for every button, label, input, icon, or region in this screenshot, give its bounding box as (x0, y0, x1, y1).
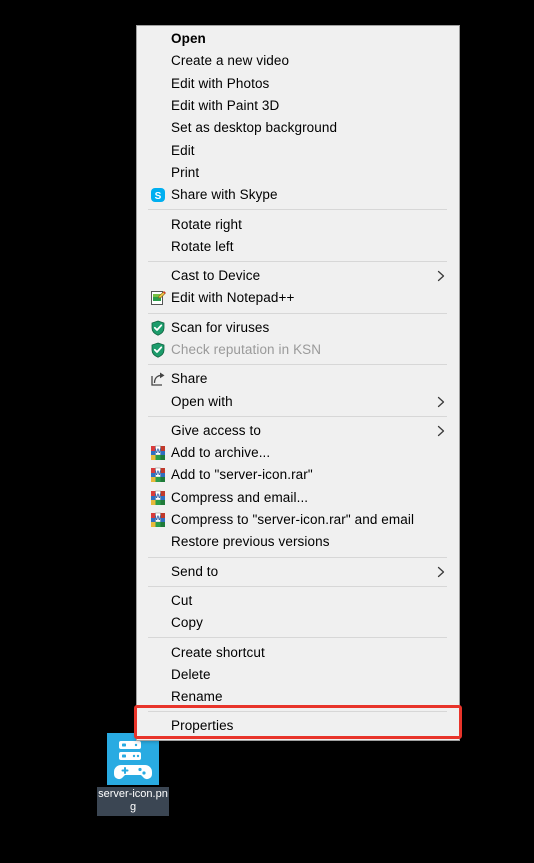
menu-separator (148, 260, 447, 262)
menu-separator (148, 415, 447, 417)
menu-item-label: Compress and email... (171, 489, 309, 505)
menu-item-open[interactable]: Open (137, 28, 459, 50)
menu-item-create-a-new-video[interactable]: Create a new video (137, 50, 459, 72)
menu-item-label: Rename (171, 689, 223, 705)
menu-item-label: Rotate left (171, 238, 234, 254)
menu-item-label: Print (171, 164, 200, 180)
menu-item-check-reputation-in-ksn: Check reputation in KSN (137, 339, 459, 361)
chevron-right-icon (436, 566, 446, 578)
winrar-icon: W (147, 467, 169, 483)
menu-item-label: Create a new video (171, 53, 290, 69)
menu-item-label: Share with Skype (171, 187, 278, 203)
menu-item-give-access-to[interactable]: Give access to (137, 420, 459, 442)
menu-item-label: Cut (171, 592, 193, 608)
chevron-right-icon (436, 270, 446, 282)
menu-item-label: Delete (171, 666, 211, 682)
menu-item-copy[interactable]: Copy (137, 612, 459, 634)
menu-item-add-to-archive[interactable]: W Add to archive... (137, 442, 459, 464)
menu-item-label: Add to archive... (171, 445, 271, 461)
menu-item-label: Scan for viruses (171, 319, 270, 335)
menu-separator (148, 711, 447, 713)
share-icon (147, 371, 169, 387)
menu-item-rotate-right[interactable]: Rotate right (137, 213, 459, 235)
menu-item-create-shortcut[interactable]: Create shortcut (137, 641, 459, 663)
menu-item-compress-and-email[interactable]: W Compress and email... (137, 487, 459, 509)
skype-icon: S (147, 187, 169, 203)
server-gamepad-icon (107, 733, 159, 785)
notepadpp-icon (147, 290, 169, 306)
menu-item-compress-to-server-icon-rar-and-email[interactable]: W Compress to "server-icon.rar" and email (137, 509, 459, 531)
menu-item-label: Give access to (171, 422, 261, 438)
svg-text:S: S (155, 191, 162, 202)
menu-item-delete[interactable]: Delete (137, 664, 459, 686)
menu-item-label: Cast to Device (171, 268, 261, 284)
menu-item-properties[interactable]: Properties (137, 715, 459, 737)
desktop-file-icon-label: server-icon.png (97, 787, 169, 816)
menu-item-cut[interactable]: Cut (137, 590, 459, 612)
menu-item-label: Restore previous versions (171, 534, 330, 550)
menu-item-label: Edit with Photos (171, 75, 270, 91)
menu-item-label: Rotate right (171, 216, 242, 232)
menu-separator (148, 556, 447, 558)
menu-item-label: Edit with Notepad++ (171, 290, 295, 306)
menu-item-edit[interactable]: Edit (137, 139, 459, 161)
shield-icon (147, 320, 169, 336)
menu-item-label: Set as desktop background (171, 120, 338, 136)
desktop-file-icon[interactable]: server-icon.png (95, 731, 171, 818)
menu-item-label: Properties (171, 718, 234, 734)
menu-separator (148, 637, 447, 639)
chevron-right-icon (436, 396, 446, 408)
menu-item-label: Share (171, 371, 208, 387)
menu-separator (148, 585, 447, 587)
menu-item-edit-with-notepad[interactable]: Edit with Notepad++ (137, 287, 459, 309)
menu-separator (148, 364, 447, 366)
winrar-icon: W (147, 445, 169, 461)
menu-item-label: Edit (171, 142, 195, 158)
menu-item-label: Send to (171, 563, 219, 579)
menu-item-edit-with-paint-3d[interactable]: Edit with Paint 3D (137, 95, 459, 117)
menu-item-rotate-left[interactable]: Rotate left (137, 236, 459, 258)
menu-separator (148, 209, 447, 211)
chevron-right-icon (436, 425, 446, 437)
menu-item-edit-with-photos[interactable]: Edit with Photos (137, 73, 459, 95)
menu-separator (148, 312, 447, 314)
winrar-icon: W (147, 512, 169, 528)
menu-item-rename[interactable]: Rename (137, 686, 459, 708)
menu-item-label: Create shortcut (171, 644, 265, 660)
menu-item-label: Edit with Paint 3D (171, 98, 280, 114)
menu-item-scan-for-viruses[interactable]: Scan for viruses (137, 317, 459, 339)
menu-item-send-to[interactable]: Send to (137, 561, 459, 583)
shield-icon (147, 342, 169, 358)
menu-item-set-as-desktop-background[interactable]: Set as desktop background (137, 117, 459, 139)
menu-item-share[interactable]: Share (137, 368, 459, 390)
menu-item-label: Open with (171, 393, 233, 409)
winrar-icon: W (147, 490, 169, 506)
menu-item-share-with-skype[interactable]: S Share with Skype (137, 184, 459, 206)
menu-item-label: Copy (171, 615, 203, 631)
menu-item-label: Open (171, 31, 206, 47)
menu-item-print[interactable]: Print (137, 162, 459, 184)
menu-item-add-to-server-icon-rar[interactable]: W Add to "server-icon.rar" (137, 464, 459, 486)
menu-item-open-with[interactable]: Open with (137, 390, 459, 412)
menu-item-restore-previous-versions[interactable]: Restore previous versions (137, 531, 459, 553)
file-context-menu[interactable]: Open Create a new video Edit with Photos Ed… (136, 25, 460, 741)
menu-item-label: Check reputation in KSN (171, 342, 322, 357)
menu-item-cast-to-device[interactable]: Cast to Device (137, 265, 459, 287)
menu-item-label: Compress to "server-icon.rar" and email (171, 512, 415, 528)
desktop-background: server-icon.png Open Create a new video Ed… (0, 0, 534, 863)
menu-item-label: Add to "server-icon.rar" (171, 467, 313, 483)
